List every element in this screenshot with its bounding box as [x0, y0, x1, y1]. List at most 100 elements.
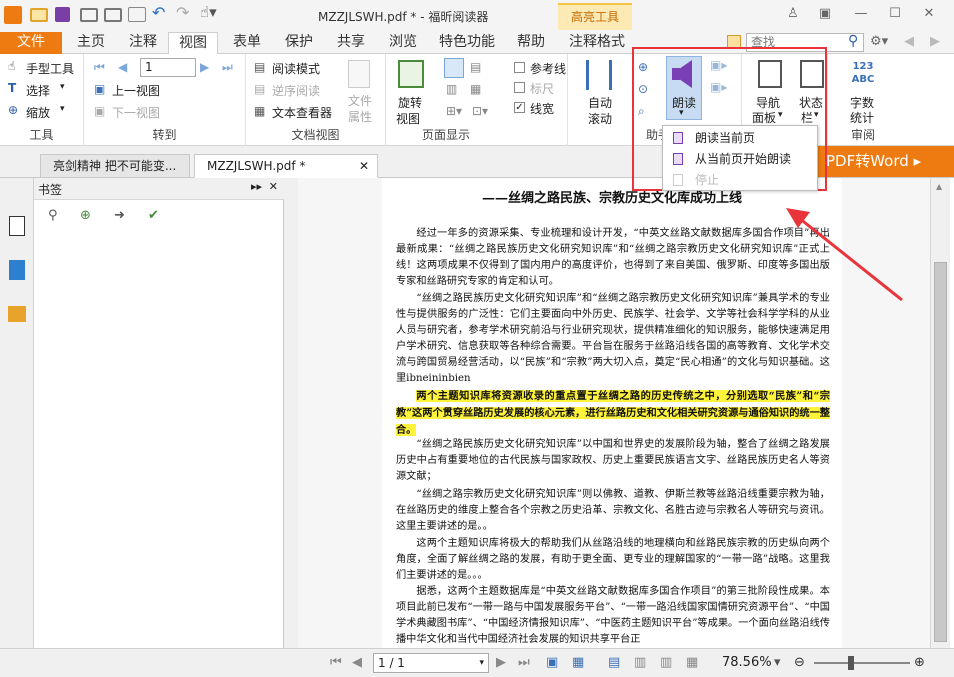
vertical-scrollbar[interactable]: ▲ [930, 178, 950, 648]
tab-form[interactable]: 表单 [222, 32, 272, 54]
next-page-icon[interactable]: ▶ [200, 60, 209, 74]
group-review: 123 ABC 字数 统计 审阅 [838, 54, 888, 146]
menu-item-read-from-current[interactable]: 从当前页开始朗读 [663, 149, 817, 169]
zoom-dropdown-icon[interactable]: ▾ [60, 104, 65, 114]
word-count-button-line2: 统计 [850, 111, 875, 125]
zoom-slider-thumb[interactable] [848, 656, 854, 670]
tab-comment[interactable]: 注释 [118, 32, 168, 54]
redo-icon[interactable]: ↷ [176, 3, 194, 22]
prev-page-status-icon[interactable]: ◀ [352, 655, 362, 670]
page-indicator-field[interactable]: 1 / 1 ▾ [373, 653, 489, 673]
open-folder-icon[interactable] [30, 8, 48, 22]
menu-item-read-current-page[interactable]: 朗读当前页 [663, 128, 817, 148]
scroll-thumb[interactable] [934, 262, 947, 642]
read-mode-button[interactable]: 阅读模式 [272, 60, 320, 77]
view-mode-icon-1[interactable]: ▣ [546, 655, 558, 670]
next-page-status-icon[interactable]: ▶ [496, 655, 506, 670]
line-width-checkbox[interactable]: ✓ [514, 102, 525, 113]
facing-status-icon[interactable]: ▥ [660, 655, 672, 670]
first-page-icon[interactable]: ⏮ [94, 60, 105, 75]
cont-facing-status-icon[interactable]: ▦ [686, 655, 698, 670]
undo-icon[interactable]: ↶ [152, 3, 170, 22]
single-page-status-icon[interactable]: ▤ [608, 655, 620, 670]
view-mode-icon-2[interactable]: ▦ [572, 655, 584, 670]
pdf-to-word-banner[interactable]: PDF转Word ▸ [818, 146, 954, 177]
panel-splitter[interactable] [284, 178, 298, 648]
skin-icon[interactable]: ♙ [782, 4, 804, 24]
doc-tab-1[interactable]: 亮剑精神 把不可能变... [40, 154, 190, 178]
nav-back-icon[interactable]: ◀ [904, 34, 914, 49]
select-button[interactable]: 选择 [26, 82, 50, 99]
tab-home[interactable]: 主页 [64, 32, 118, 54]
restore-ribbon-icon[interactable]: ▣ [814, 4, 836, 24]
text-viewer-button[interactable]: 文本查看器 [272, 104, 332, 121]
single-page-icon[interactable] [444, 58, 464, 78]
last-page-status-icon[interactable]: ⏭ [518, 655, 530, 670]
page-number-input[interactable]: 1 [140, 58, 196, 77]
settings-gear-icon[interactable]: ⚙▾ [870, 34, 888, 49]
ruler-checkbox[interactable] [514, 82, 525, 93]
search-icon[interactable]: ⚲ [848, 33, 858, 49]
fit-page-icon[interactable]: ⊡▾ [472, 104, 488, 118]
rotate-view-button[interactable]: 旋转 [398, 94, 422, 111]
split-icon[interactable]: ⊞▾ [446, 104, 462, 118]
reverse-read-button[interactable]: 逆序阅读 [272, 82, 320, 99]
prev-view-button[interactable]: 上一视图 [112, 82, 160, 99]
facing-page-icon[interactable]: ▥ [446, 82, 457, 96]
continuous-status-icon[interactable]: ▥ [634, 655, 646, 670]
save-icon[interactable] [55, 7, 70, 22]
hand-tool-button[interactable]: 手型工具 [26, 60, 74, 77]
continuous-facing-icon[interactable]: ▦ [470, 82, 481, 96]
tab-share[interactable]: 共享 [326, 32, 376, 54]
page-dropdown-icon[interactable]: ▾ [479, 654, 484, 672]
select-dropdown-icon[interactable]: ▾ [60, 82, 65, 92]
tab-comment-format[interactable]: 注释格式 [562, 32, 632, 54]
bookmark-check-icon[interactable]: ✔ [148, 208, 159, 223]
last-page-icon[interactable]: ⏭ [222, 60, 233, 75]
pages-panel-icon[interactable] [9, 260, 25, 280]
first-page-status-icon[interactable]: ⏮ [330, 655, 342, 670]
next-view-button[interactable]: 下一视图 [112, 104, 160, 121]
new-document-icon[interactable] [104, 8, 122, 22]
doc-tab-2-label: MZZJLSWH.pdf * [207, 159, 306, 173]
foxit-reader-window: ↶ ↷ ☝▾ MZZJLSWH.pdf * - 福昕阅读器 高亮工具 ♙ ▣ —… [0, 0, 954, 677]
hand-dropdown-icon[interactable]: ☝▾ [200, 3, 230, 21]
tab-file[interactable]: 文件 [0, 32, 62, 54]
zoom-out-icon[interactable]: ⊖ [794, 655, 805, 670]
zoom-level[interactable]: 78.56% [722, 655, 772, 670]
close-tab-icon[interactable]: ✕ [359, 155, 369, 177]
bookmark-panel-icon[interactable] [9, 216, 25, 236]
bookmark-arrow-icon[interactable]: ➜ [114, 208, 125, 223]
scroll-up-icon[interactable]: ▲ [936, 182, 942, 191]
zoom-slider-track[interactable] [814, 662, 910, 664]
maximize-icon[interactable]: ☐ [884, 4, 906, 24]
tab-help[interactable]: 帮助 [506, 32, 556, 54]
continuous-page-icon[interactable]: ▤ [470, 60, 481, 74]
nav-forward-icon[interactable]: ▶ [930, 34, 940, 49]
tab-special-features[interactable]: 特色功能 [432, 32, 502, 54]
red-arrow-annotation [786, 208, 903, 302]
panel-collapse-icon[interactable]: ▸▸ [251, 180, 262, 193]
menu-item-stop[interactable]: 停止 [663, 170, 817, 190]
bookmark-tool-1-icon[interactable]: ⚲ [48, 208, 58, 223]
doc-properties-button[interactable]: 文件 [348, 92, 372, 109]
ref-line-checkbox[interactable] [514, 62, 525, 73]
autoscroll-button[interactable]: 自动 [588, 94, 612, 111]
zoom-button[interactable]: 缩放 [26, 104, 50, 121]
context-tab-highlight-tools[interactable]: 高亮工具 [558, 3, 632, 30]
tab-view[interactable]: 视图 [168, 32, 218, 55]
tab-browse[interactable]: 浏览 [378, 32, 428, 54]
print-icon[interactable] [80, 8, 98, 22]
app-logo-icon[interactable] [4, 6, 22, 24]
panel-close-icon[interactable]: ✕ [269, 180, 278, 193]
screenshot-icon[interactable] [128, 7, 146, 22]
prev-page-icon[interactable]: ◀ [118, 60, 127, 74]
tab-protect[interactable]: 保护 [274, 32, 324, 54]
close-icon[interactable]: ✕ [918, 4, 940, 24]
comments-panel-icon[interactable] [8, 306, 26, 322]
doc-tab-2[interactable]: MZZJLSWH.pdf * ✕ [194, 154, 378, 178]
zoom-in-icon[interactable]: ⊕ [914, 655, 925, 670]
bookmark-add-icon[interactable]: ⊕ [80, 208, 91, 223]
zoom-dropdown-status-icon[interactable]: ▾ [774, 655, 781, 670]
minimize-icon[interactable]: — [850, 4, 872, 24]
